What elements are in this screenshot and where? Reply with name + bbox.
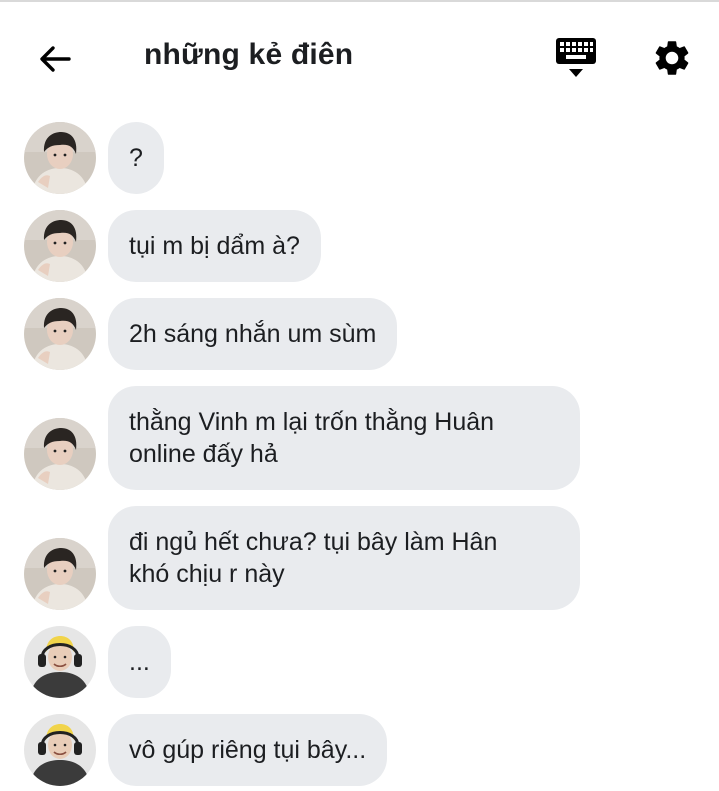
message-bubble[interactable]: vô gúp riêng tụi bây... xyxy=(108,714,388,786)
message-text: ? xyxy=(129,144,143,172)
message-row: ? xyxy=(0,122,719,194)
message-text: vô gúp riêng tụi bây... xyxy=(129,736,367,764)
avatar[interactable] xyxy=(24,418,96,490)
message-text-line: online đấy hả xyxy=(129,440,278,468)
message-bubble[interactable]: ... xyxy=(108,626,171,698)
message-row: 2h sáng nhắn um sùm xyxy=(0,298,719,370)
avatar[interactable] xyxy=(24,298,96,370)
chat-screen: những kẻ điên ? tụi m bị dẩm à? 2h sáng … xyxy=(0,0,719,791)
message-text-line: khó chịu r này xyxy=(129,560,285,588)
profile-photo-icon xyxy=(24,298,96,370)
message-row: tụi m bị dẩm à? xyxy=(0,210,719,282)
message-row: ... xyxy=(0,626,719,698)
message-text: ... xyxy=(129,648,150,676)
message-text-line: thằng Vinh m lại trốn thằng Huân xyxy=(129,408,495,436)
avatar[interactable] xyxy=(24,122,96,194)
message-bubble[interactable]: đi ngủ hết chưa? tụi bây làm Hân khó chị… xyxy=(108,506,580,610)
profile-photo-icon xyxy=(24,626,96,698)
message-bubble[interactable]: ? xyxy=(108,122,164,194)
avatar[interactable] xyxy=(24,626,96,698)
avatar[interactable] xyxy=(24,538,96,610)
message-text-line: đi ngủ hết chưa? tụi bây làm Hân xyxy=(129,528,498,556)
profile-photo-icon xyxy=(24,538,96,610)
avatar[interactable] xyxy=(24,714,96,786)
profile-photo-icon xyxy=(24,210,96,282)
message-bubble[interactable]: thằng Vinh m lại trốn thằng Huân online … xyxy=(108,386,580,490)
avatar[interactable] xyxy=(24,210,96,282)
message-row: vô gúp riêng tụi bây... xyxy=(0,714,719,786)
message-row: thằng Vinh m lại trốn thằng Huân online … xyxy=(0,386,719,490)
message-row: đi ngủ hết chưa? tụi bây làm Hân khó chị… xyxy=(0,506,719,610)
profile-photo-icon xyxy=(24,714,96,786)
message-list[interactable]: ? tụi m bị dẩm à? 2h sáng nhắn um sùm th… xyxy=(0,0,719,791)
message-bubble[interactable]: 2h sáng nhắn um sùm xyxy=(108,298,398,370)
message-bubble[interactable]: tụi m bị dẩm à? xyxy=(108,210,321,282)
profile-photo-icon xyxy=(24,418,96,490)
profile-photo-icon xyxy=(24,122,96,194)
message-text: 2h sáng nhắn um sùm xyxy=(129,320,377,348)
message-text: tụi m bị dẩm à? xyxy=(129,232,300,260)
